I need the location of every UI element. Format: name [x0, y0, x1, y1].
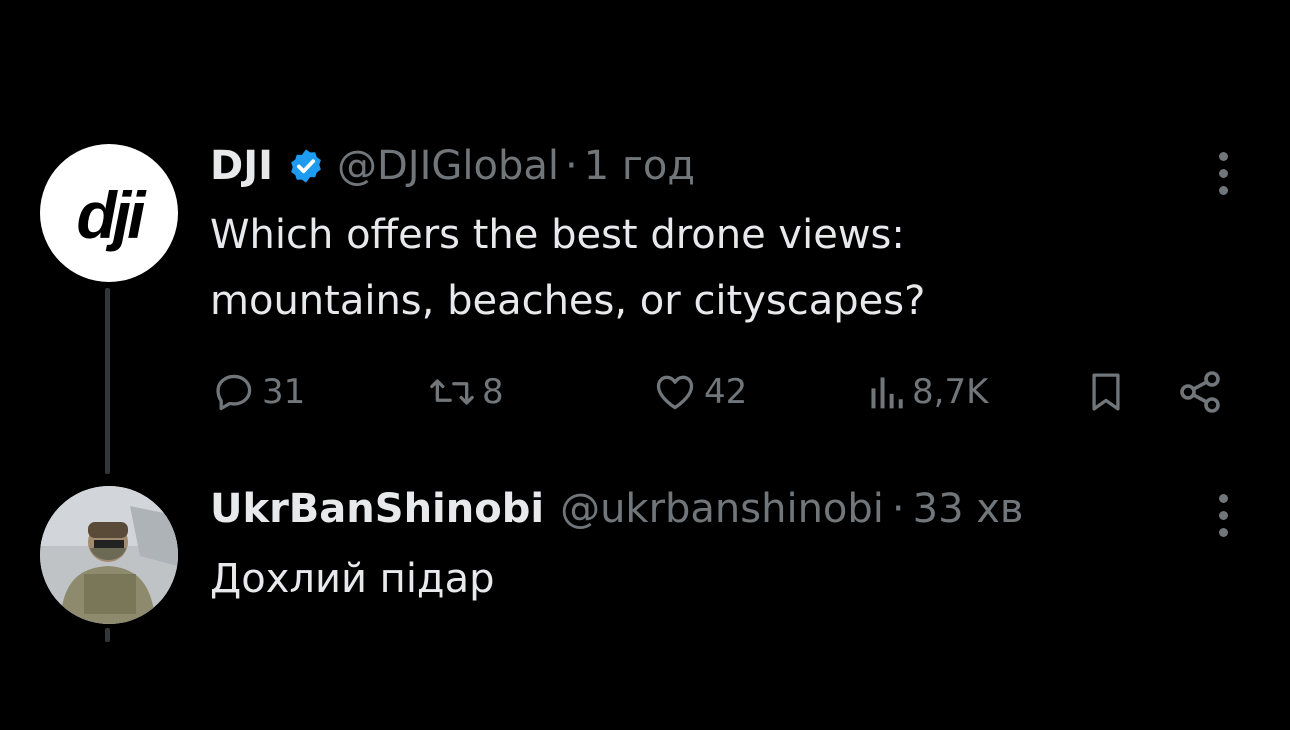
- like-button[interactable]: 42: [652, 368, 747, 416]
- thread-line-continuation: [105, 628, 110, 642]
- tweet-text-line-1: Which offers the best drone views:: [210, 212, 905, 258]
- views-button[interactable]: 8,7K: [866, 368, 988, 416]
- tweet-text-line-2: mountains, beaches, or cityscapes?: [210, 278, 926, 324]
- views-chart-icon: [871, 377, 903, 409]
- reply-count: 31: [262, 372, 306, 412]
- share-icon: [1180, 371, 1220, 413]
- retweet-icon: [430, 379, 474, 405]
- reply-more-options-icon[interactable]: [1216, 494, 1230, 537]
- author-handle[interactable]: @DJIGlobal: [337, 142, 559, 190]
- user-photo-icon: [40, 486, 178, 624]
- reply-timestamp[interactable]: 33 хв: [913, 485, 1024, 533]
- user-avatar[interactable]: [40, 486, 178, 624]
- reply-author-name[interactable]: UkrBanShinobi: [210, 485, 544, 533]
- reply-icon: [216, 374, 252, 411]
- views-count: 8,7K: [912, 372, 989, 412]
- separator-dot: ·: [564, 143, 578, 189]
- timestamp[interactable]: 1 год: [584, 142, 695, 190]
- svg-text:dji: dji: [77, 178, 148, 252]
- reply-separator-dot: ·: [891, 486, 905, 532]
- reply-button[interactable]: 31: [212, 368, 305, 416]
- author-name[interactable]: DJI: [210, 142, 273, 190]
- tweet-header: DJI @DJIGlobal · 1 год: [210, 142, 695, 190]
- retweet-button[interactable]: 8: [428, 368, 504, 416]
- bookmark-button[interactable]: [1084, 368, 1128, 416]
- retweet-count: 8: [482, 372, 504, 412]
- dji-logo-icon: dji: [77, 178, 152, 252]
- dji-avatar[interactable]: dji: [40, 144, 178, 282]
- share-button[interactable]: [1176, 368, 1224, 416]
- thread-line: [105, 288, 110, 474]
- verified-badge-icon: [291, 149, 321, 183]
- more-options-icon[interactable]: [1216, 152, 1230, 195]
- reply-author-handle[interactable]: @ukrbanshinobi: [560, 485, 884, 533]
- heart-icon: [656, 375, 694, 410]
- bookmark-icon: [1092, 373, 1120, 411]
- like-count: 42: [704, 372, 748, 412]
- reply-text: Дохлий підар: [210, 556, 495, 602]
- reply-header: UkrBanShinobi @ukrbanshinobi · 33 хв: [210, 485, 1024, 533]
